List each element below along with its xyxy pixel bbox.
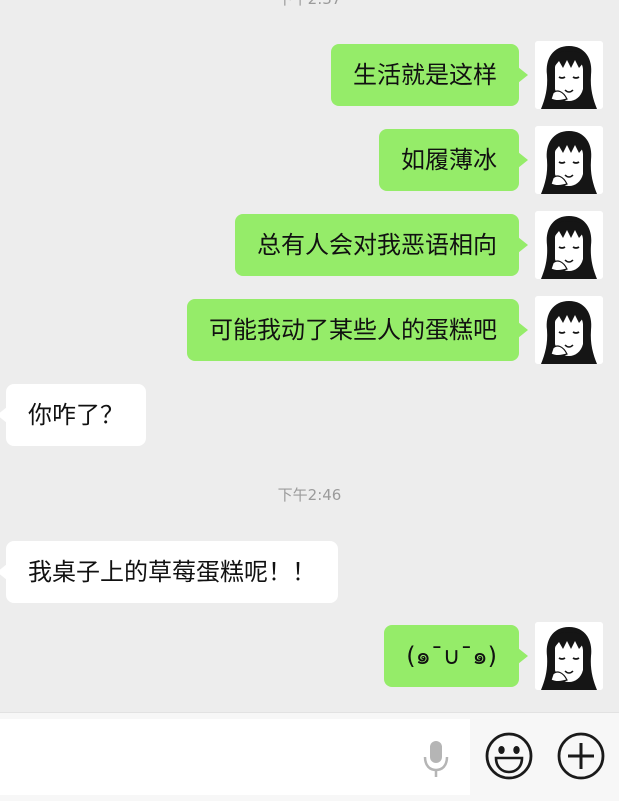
message-row: 生活就是这样: [0, 41, 619, 111]
smiley-icon[interactable]: [484, 731, 534, 781]
message-input[interactable]: [0, 719, 470, 795]
message-row: 总有人会对我恶语相向: [0, 211, 619, 281]
timestamp: 下午2:37: [0, 0, 619, 9]
message-row: 可能我动了某些人的蛋糕吧: [0, 296, 619, 366]
message-row: 你咋了？: [0, 381, 619, 451]
message-bubble-incoming[interactable]: 我桌子上的草莓蛋糕呢！！: [0, 541, 338, 603]
message-row: 我桌子上的草莓蛋糕呢！！: [0, 538, 619, 608]
avatar[interactable]: [535, 622, 603, 690]
message-bubble-outgoing[interactable]: 生活就是这样: [331, 44, 528, 106]
message-row: (๑¯∪¯๑): [0, 622, 619, 692]
avatar[interactable]: [535, 126, 603, 194]
message-bubble-outgoing[interactable]: 如履薄冰: [379, 129, 528, 191]
avatar[interactable]: [535, 41, 603, 109]
message-bubble-outgoing[interactable]: 总有人会对我恶语相向: [235, 214, 528, 276]
avatar[interactable]: [535, 296, 603, 364]
message-bubble-outgoing[interactable]: 可能我动了某些人的蛋糕吧: [187, 299, 528, 361]
chat-input-bar: [0, 712, 619, 801]
microphone-icon[interactable]: [420, 735, 452, 783]
message-bubble-outgoing[interactable]: (๑¯∪¯๑): [384, 625, 528, 687]
avatar[interactable]: [535, 211, 603, 279]
plus-icon[interactable]: [556, 731, 606, 781]
message-row: 如履薄冰: [0, 126, 619, 196]
message-bubble-incoming[interactable]: 你咋了？: [0, 384, 146, 446]
chat-area: 下午2:37 生活就是这样 如履薄冰 总有人会对我恶语相向 可能我动了某些人的蛋…: [0, 0, 619, 712]
timestamp: 下午2:46: [277, 486, 342, 504]
